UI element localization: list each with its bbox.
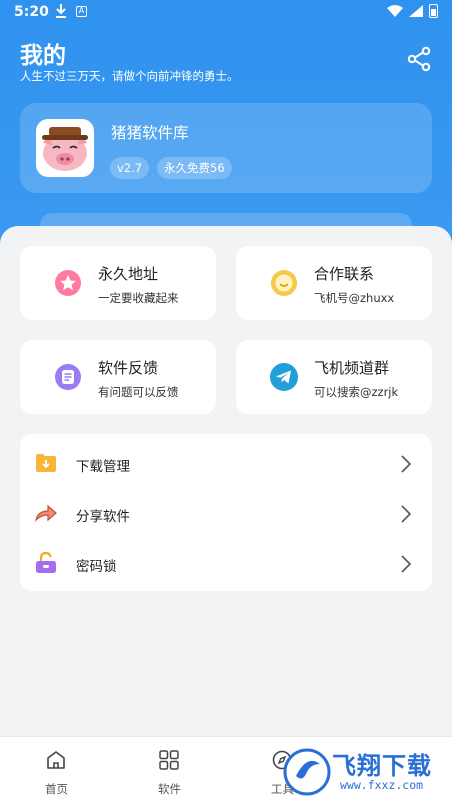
app-avatar [36,119,94,177]
share-arrow-icon [34,504,57,522]
download-status-icon [56,4,66,18]
signal-icon [409,5,423,17]
chevron-right-icon [401,455,412,473]
lock-icon [36,552,56,573]
card-title: 永久地址 [98,265,159,283]
tab-software[interactable]: 软件 [113,737,226,803]
menu-label: 下载管理 [76,459,130,475]
tab-home[interactable]: 首页 [0,737,113,803]
app-name: 猪猪软件库 [111,124,189,142]
star-icon [55,270,81,296]
menu-label: 分享软件 [76,509,130,525]
grid-icon [159,750,179,770]
settings-menu: 下载管理 分享软件 密码锁 [20,434,432,591]
chevron-right-icon [401,505,412,523]
permanent-address-card[interactable]: 永久地址 一定要收藏起来 [20,246,216,320]
watermark-text: 飞翔下载 [332,752,432,780]
status-right-icons [387,4,438,18]
card-title: 飞机频道群 [314,359,390,377]
telegram-channel-card[interactable]: 飞机频道群 可以搜索@zzrjk [236,340,432,414]
menu-item-password-lock[interactable]: 密码锁 [20,538,432,588]
version-badge: v2.7 [110,157,150,179]
status-time: 5:20 [14,4,49,20]
card-subtitle: 飞机号@zhuxx [314,291,395,305]
page-subtitle: 人生不过三万天，请做个向前冲锋的勇士。 [20,69,239,83]
feedback-icon [55,364,81,390]
card-title: 软件反馈 [98,359,159,377]
watermark: 飞翔下载 www.fxxz.com [282,744,452,803]
card-subtitle: 可以搜索@zzrjk [314,385,399,399]
contact-card[interactable]: 合作联系 飞机号@zhuxx [236,246,432,320]
feedback-card[interactable]: 软件反馈 有问题可以反馈 [20,340,216,414]
battery-icon [429,4,438,18]
free-badge: 永久免费56 [157,157,232,179]
menu-item-share-app[interactable]: 分享软件 [20,488,432,538]
chevron-right-icon [401,555,412,573]
tab-label: 首页 [45,782,68,796]
menu-item-download-manager[interactable]: 下载管理 [20,438,432,488]
chat-smile-icon [271,270,297,296]
menu-label: 密码锁 [76,559,117,575]
card-subtitle: 一定要收藏起来 [98,291,179,305]
card-title: 合作联系 [314,265,375,283]
wifi-icon [387,5,403,17]
status-bar: 5:20 A [0,0,452,26]
watermark-url: www.fxxz.com [340,778,424,792]
telegram-icon [270,363,298,391]
a-status-icon: A [76,6,87,17]
home-icon [47,751,65,769]
download-folder-icon [36,454,56,472]
page-title: 我的 [20,43,66,69]
tab-label: 软件 [158,782,181,796]
card-subtitle: 有问题可以反馈 [98,385,179,399]
profile-card[interactable]: 猪猪软件库 v2.7 永久免费56 [20,103,432,193]
watermark-logo-icon [283,748,331,796]
pig-logo-icon [42,127,88,171]
share-icon[interactable] [406,46,432,72]
